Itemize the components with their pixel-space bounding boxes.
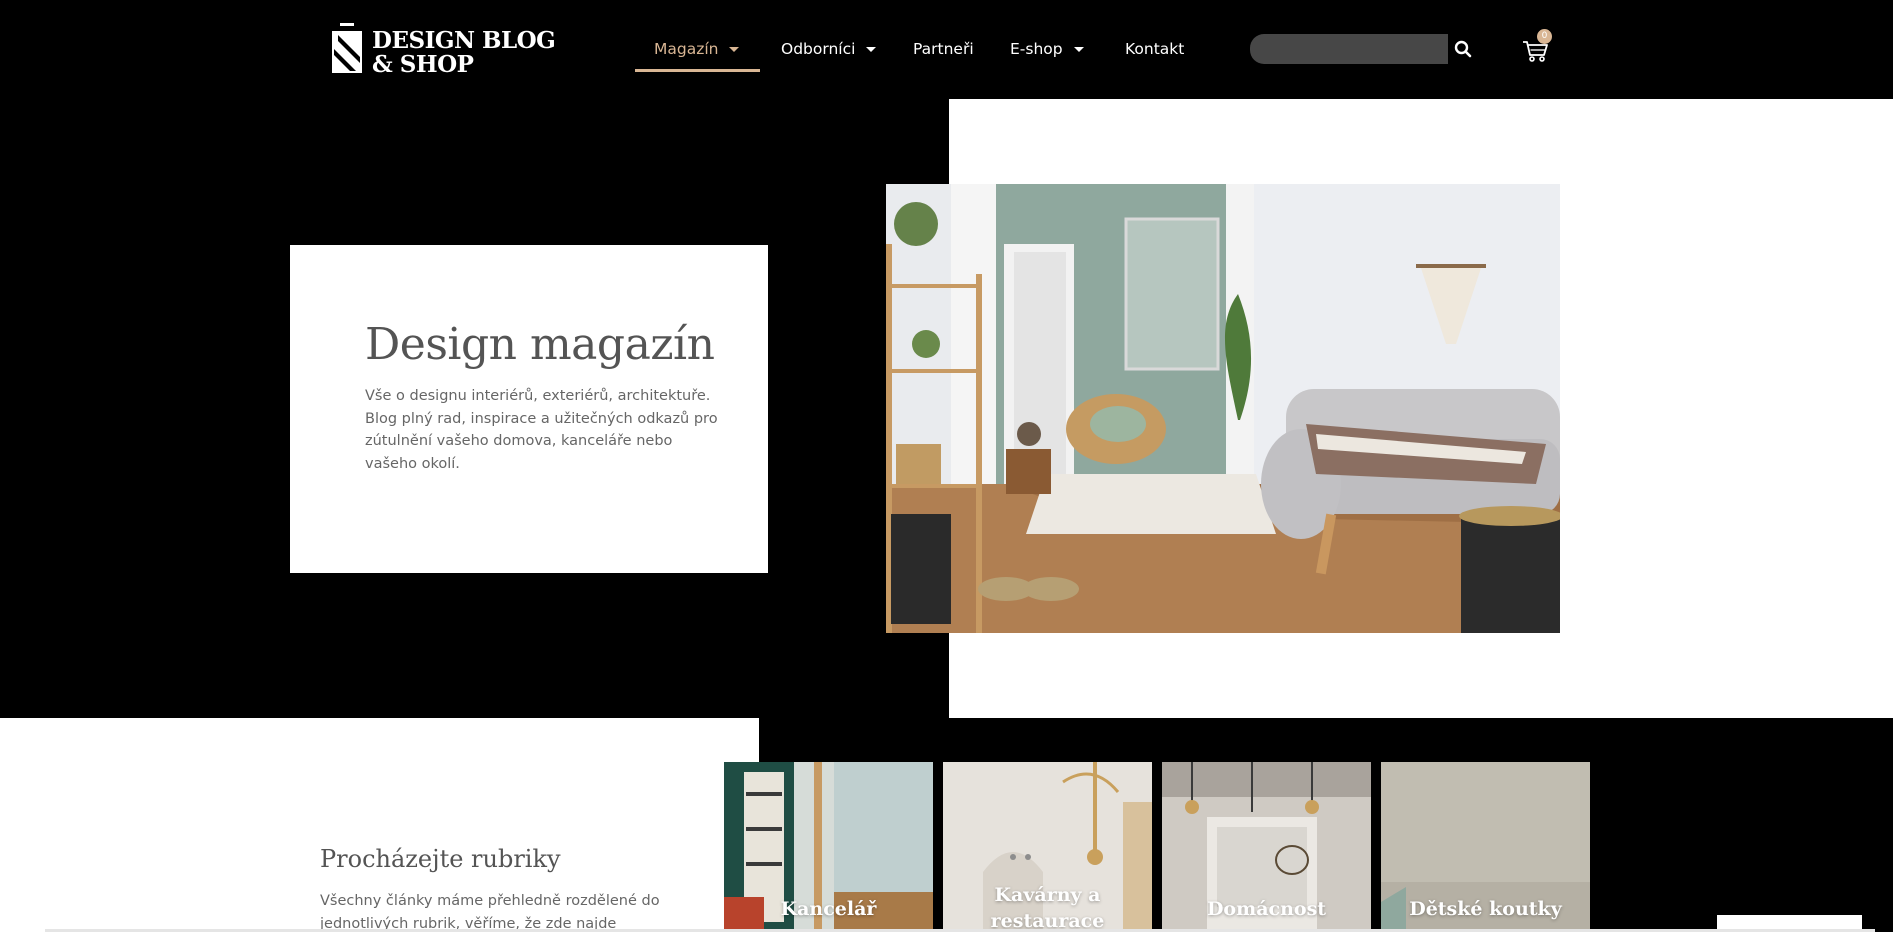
category-tile-kavarny[interactable]: Kavárny a restaurace bbox=[943, 762, 1152, 932]
category-tile-kancelar[interactable]: Kancelář bbox=[724, 762, 933, 932]
browse-description: Všechny články máme přehledně rozdělené … bbox=[320, 893, 660, 932]
living-room-photo bbox=[886, 184, 1560, 633]
site-logo[interactable]: DESIGN BLOG & SHOP bbox=[330, 23, 556, 77]
nav-item-label: E-shop bbox=[1010, 40, 1063, 58]
nav-item-label: Magazín bbox=[654, 40, 719, 58]
nav-item-label: Kontakt bbox=[1125, 40, 1185, 58]
category-label: Kavárny a restaurace bbox=[990, 884, 1105, 932]
hero-title: Design magazín bbox=[365, 319, 715, 370]
chevron-down-icon bbox=[1073, 47, 1084, 52]
category-label: Kancelář bbox=[780, 898, 877, 920]
nav-active-underline bbox=[635, 69, 760, 72]
category-tile-domacnost[interactable]: Domácnost bbox=[1162, 762, 1371, 932]
logo-line-1: DESIGN BLOG bbox=[372, 27, 556, 54]
chevron-down-icon bbox=[866, 47, 877, 52]
site-header: DESIGN BLOG & SHOP Magazín Odborníci Par… bbox=[0, 0, 1893, 98]
cart-count-badge: 0 bbox=[1537, 29, 1552, 44]
nav-item-partneri[interactable]: Partneři bbox=[913, 28, 974, 73]
nav-item-eshop[interactable]: E-shop bbox=[1010, 28, 1084, 73]
browse-title: Procházejte rubriky bbox=[320, 845, 561, 873]
logo-mark-icon bbox=[332, 23, 362, 73]
nav-item-magazin[interactable]: Magazín bbox=[654, 28, 740, 73]
hero-image bbox=[886, 184, 1560, 633]
search-icon[interactable] bbox=[1448, 34, 1478, 64]
hero-card: Design magazín Vše o designu interiérů, … bbox=[290, 245, 768, 573]
hero-description: Vše o designu interiérů, exteriérů, arch… bbox=[365, 388, 718, 472]
category-label: Dětské koutky bbox=[1409, 898, 1562, 920]
search-input[interactable] bbox=[1250, 34, 1448, 64]
logo-text: DESIGN BLOG & SHOP bbox=[372, 27, 556, 78]
nav-item-label: Partneři bbox=[913, 40, 974, 58]
category-tile-detske-koutky[interactable]: Dětské koutky bbox=[1381, 762, 1590, 932]
logo-line-2: & SHOP bbox=[372, 51, 474, 78]
chevron-down-icon bbox=[729, 47, 740, 52]
nav-item-label: Odborníci bbox=[781, 40, 856, 58]
nav-item-odbornici[interactable]: Odborníci bbox=[781, 28, 877, 73]
nav-item-kontakt[interactable]: Kontakt bbox=[1125, 28, 1184, 73]
category-label: Domácnost bbox=[1206, 898, 1327, 920]
